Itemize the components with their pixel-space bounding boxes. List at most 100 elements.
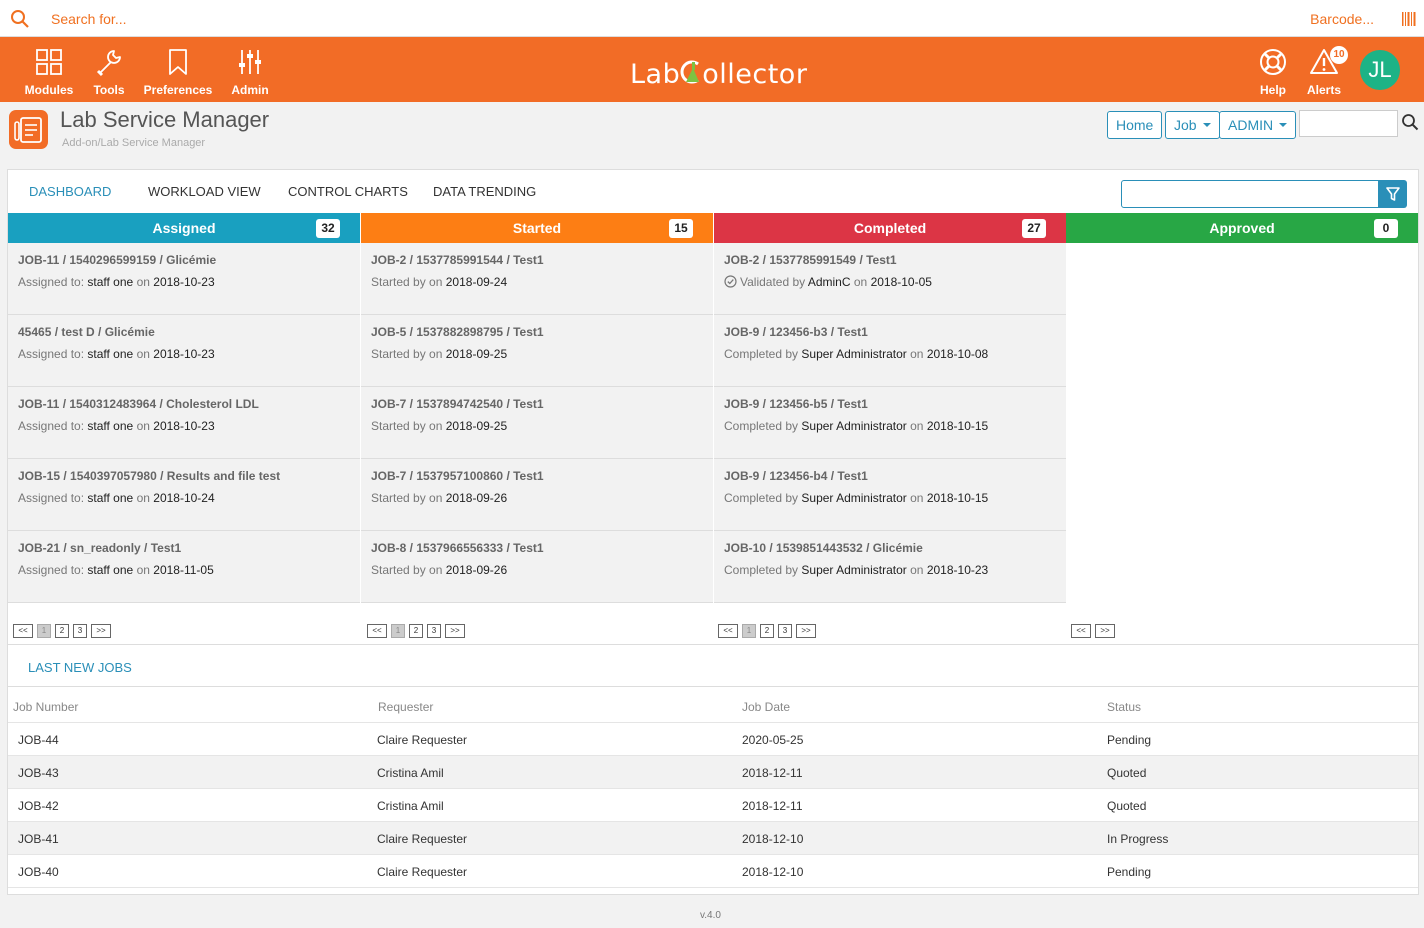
job-card-title: JOB-2 / 1537785991544 / Test1 bbox=[371, 253, 544, 267]
filter-icon bbox=[1386, 187, 1400, 201]
job-card[interactable]: JOB-9 / 123456-b5 / Test1 Completed by Su… bbox=[714, 387, 1066, 459]
column-header[interactable]: Job Number bbox=[13, 700, 78, 714]
job-card[interactable]: JOB-11 / 1540296599159 / Glicémie Assigne… bbox=[8, 243, 360, 315]
header-search-input[interactable] bbox=[1299, 110, 1398, 137]
page-prev-button[interactable]: << bbox=[13, 624, 33, 638]
nav-help[interactable]: Help bbox=[1254, 37, 1292, 102]
count-badge: 32 bbox=[316, 219, 340, 238]
nav-tools[interactable]: Tools bbox=[88, 37, 130, 102]
table-row[interactable]: JOB-43 Cristina Amil 2018-12-11 Quoted bbox=[8, 756, 1418, 789]
pagination-assigned: << 1 2 3 >> bbox=[13, 621, 115, 638]
column-header[interactable]: Status bbox=[1107, 700, 1141, 714]
column-completed: Completed 27 JOB-2 / 1537785991549 / Test… bbox=[714, 213, 1066, 603]
count-badge: 15 bbox=[669, 219, 693, 238]
table-cell: 2020-05-25 bbox=[742, 733, 804, 747]
clipboard-icon bbox=[14, 117, 42, 143]
job-card[interactable]: JOB-7 / 1537957100860 / Test1 Started by … bbox=[361, 459, 713, 531]
table-cell: 2018-12-10 bbox=[742, 832, 804, 846]
pagination-approved: << >> bbox=[1071, 621, 1119, 638]
tab-workload-view[interactable]: WORKLOAD VIEW bbox=[148, 184, 261, 199]
job-card[interactable]: JOB-2 / 1537785991544 / Test1 Started by … bbox=[361, 243, 713, 315]
column-header[interactable]: Job Date bbox=[742, 700, 790, 714]
table-row[interactable]: JOB-41 Claire Requester 2018-12-10 In Pr… bbox=[8, 822, 1418, 855]
column-header[interactable]: Requester bbox=[378, 700, 433, 714]
job-card[interactable]: JOB-2 / 1537785991549 / Test1 Validated b… bbox=[714, 243, 1066, 315]
job-dropdown-button[interactable]: Job bbox=[1165, 111, 1220, 139]
page-next-button[interactable]: >> bbox=[796, 624, 816, 638]
page-button[interactable]: 2 bbox=[409, 624, 423, 638]
job-card-detail: Assigned to: staff one on 2018-10-24 bbox=[18, 491, 215, 505]
job-card-title: JOB-5 / 1537882898795 / Test1 bbox=[371, 325, 544, 339]
main-header: Modules Tools Preferences Admin Lab ollec… bbox=[0, 37, 1424, 102]
barcode-icon[interactable] bbox=[1402, 12, 1416, 26]
job-card[interactable]: JOB-11 / 1540312483964 / Cholesterol LDL… bbox=[8, 387, 360, 459]
tab-data-trending[interactable]: DATA TRENDING bbox=[433, 184, 536, 199]
page-prev-button[interactable]: << bbox=[367, 624, 387, 638]
page-button[interactable]: 2 bbox=[760, 624, 774, 638]
job-card-title: JOB-10 / 1539851443532 / Glicémie bbox=[724, 541, 923, 555]
barcode-input[interactable]: Barcode... bbox=[1310, 11, 1374, 27]
page-prev-button[interactable]: << bbox=[1071, 624, 1091, 638]
table-cell: JOB-41 bbox=[18, 832, 59, 846]
tab-dashboard[interactable]: DASHBOARD bbox=[29, 184, 111, 199]
job-card[interactable]: JOB-10 / 1539851443532 / Glicémie Complet… bbox=[714, 531, 1066, 603]
page-next-button[interactable]: >> bbox=[445, 624, 465, 638]
column-header-completed: Completed 27 bbox=[714, 213, 1066, 243]
column-title: Approved bbox=[1209, 220, 1275, 236]
job-card-title: JOB-11 / 1540312483964 / Cholesterol LDL bbox=[18, 397, 259, 411]
home-button[interactable]: Home bbox=[1107, 111, 1163, 139]
search-icon[interactable] bbox=[10, 9, 30, 29]
table-row[interactable]: JOB-40 Claire Requester 2018-12-10 Pendi… bbox=[8, 855, 1418, 888]
job-card-detail: Started by on 2018-09-26 bbox=[371, 563, 508, 577]
job-card[interactable]: JOB-9 / 123456-b4 / Test1 Completed by Su… bbox=[714, 459, 1066, 531]
nav-preferences[interactable]: Preferences bbox=[140, 37, 216, 102]
table-row[interactable]: JOB-42 Cristina Amil 2018-12-11 Quoted bbox=[8, 789, 1418, 822]
page-button[interactable]: 1 bbox=[391, 624, 405, 638]
page-button[interactable]: 1 bbox=[37, 624, 51, 638]
nav-admin[interactable]: Admin bbox=[228, 37, 272, 102]
tab-control-charts[interactable]: CONTROL CHARTS bbox=[288, 184, 408, 199]
job-card[interactable]: JOB-21 / sn_readonly / Test1 Assigned to:… bbox=[8, 531, 360, 603]
page-button[interactable]: 3 bbox=[427, 624, 441, 638]
count-badge: 0 bbox=[1374, 219, 1398, 238]
nav-admin-label: Admin bbox=[231, 83, 269, 97]
labcollector-logo[interactable]: Lab ollector bbox=[630, 58, 807, 90]
job-card[interactable]: JOB-8 / 1537966556333 / Test1 Started by … bbox=[361, 531, 713, 603]
table-cell: JOB-42 bbox=[18, 799, 59, 813]
page-next-button[interactable]: >> bbox=[91, 624, 111, 638]
search-icon[interactable] bbox=[1401, 113, 1419, 131]
page-next-button[interactable]: >> bbox=[1095, 624, 1115, 638]
nav-modules-label: Modules bbox=[24, 83, 74, 97]
filter-button[interactable] bbox=[1379, 180, 1407, 208]
job-card[interactable]: 45465 / test D / Glicémie Assigned to: st… bbox=[8, 315, 360, 387]
job-card-title: JOB-21 / sn_readonly / Test1 bbox=[18, 541, 182, 555]
job-card-title: JOB-7 / 1537957100860 / Test1 bbox=[371, 469, 544, 483]
grid-icon bbox=[36, 49, 62, 75]
wrench-icon bbox=[96, 50, 121, 77]
table-cell: Cristina Amil bbox=[377, 766, 444, 780]
table-cell: 2018-12-11 bbox=[742, 799, 803, 813]
table-row[interactable]: JOB-44 Claire Requester 2020-05-25 Pendi… bbox=[8, 723, 1418, 756]
page-button[interactable]: 1 bbox=[742, 624, 756, 638]
job-card[interactable]: JOB-7 / 1537894742540 / Test1 Started by … bbox=[361, 387, 713, 459]
job-card-detail: Assigned to: staff one on 2018-10-23 bbox=[18, 275, 215, 289]
job-card[interactable]: JOB-5 / 1537882898795 / Test1 Started by … bbox=[361, 315, 713, 387]
user-avatar[interactable]: JL bbox=[1360, 50, 1400, 90]
admin-dropdown-button[interactable]: ADMIN bbox=[1219, 111, 1297, 139]
filter-input[interactable] bbox=[1121, 180, 1379, 208]
page-button[interactable]: 3 bbox=[73, 624, 87, 638]
job-card[interactable]: JOB-9 / 123456-b3 / Test1 Completed by Su… bbox=[714, 315, 1066, 387]
column-header-started: Started 15 bbox=[361, 213, 713, 243]
logo-text-collector: ollector bbox=[702, 59, 808, 90]
page-prev-button[interactable]: << bbox=[718, 624, 738, 638]
job-card-title: JOB-2 / 1537785991549 / Test1 bbox=[724, 253, 897, 267]
nav-modules[interactable]: Modules bbox=[20, 37, 78, 102]
search-input[interactable]: Search for... bbox=[51, 11, 126, 27]
bookmark-icon bbox=[169, 49, 187, 75]
table-cell: Quoted bbox=[1107, 799, 1147, 813]
job-card-detail: Started by on 2018-09-26 bbox=[371, 491, 508, 505]
page-button[interactable]: 3 bbox=[778, 624, 792, 638]
job-card[interactable]: JOB-15 / 1540397057980 / Results and fil… bbox=[8, 459, 360, 531]
job-card-title: JOB-11 / 1540296599159 / Glicémie bbox=[18, 253, 217, 267]
page-button[interactable]: 2 bbox=[55, 624, 69, 638]
